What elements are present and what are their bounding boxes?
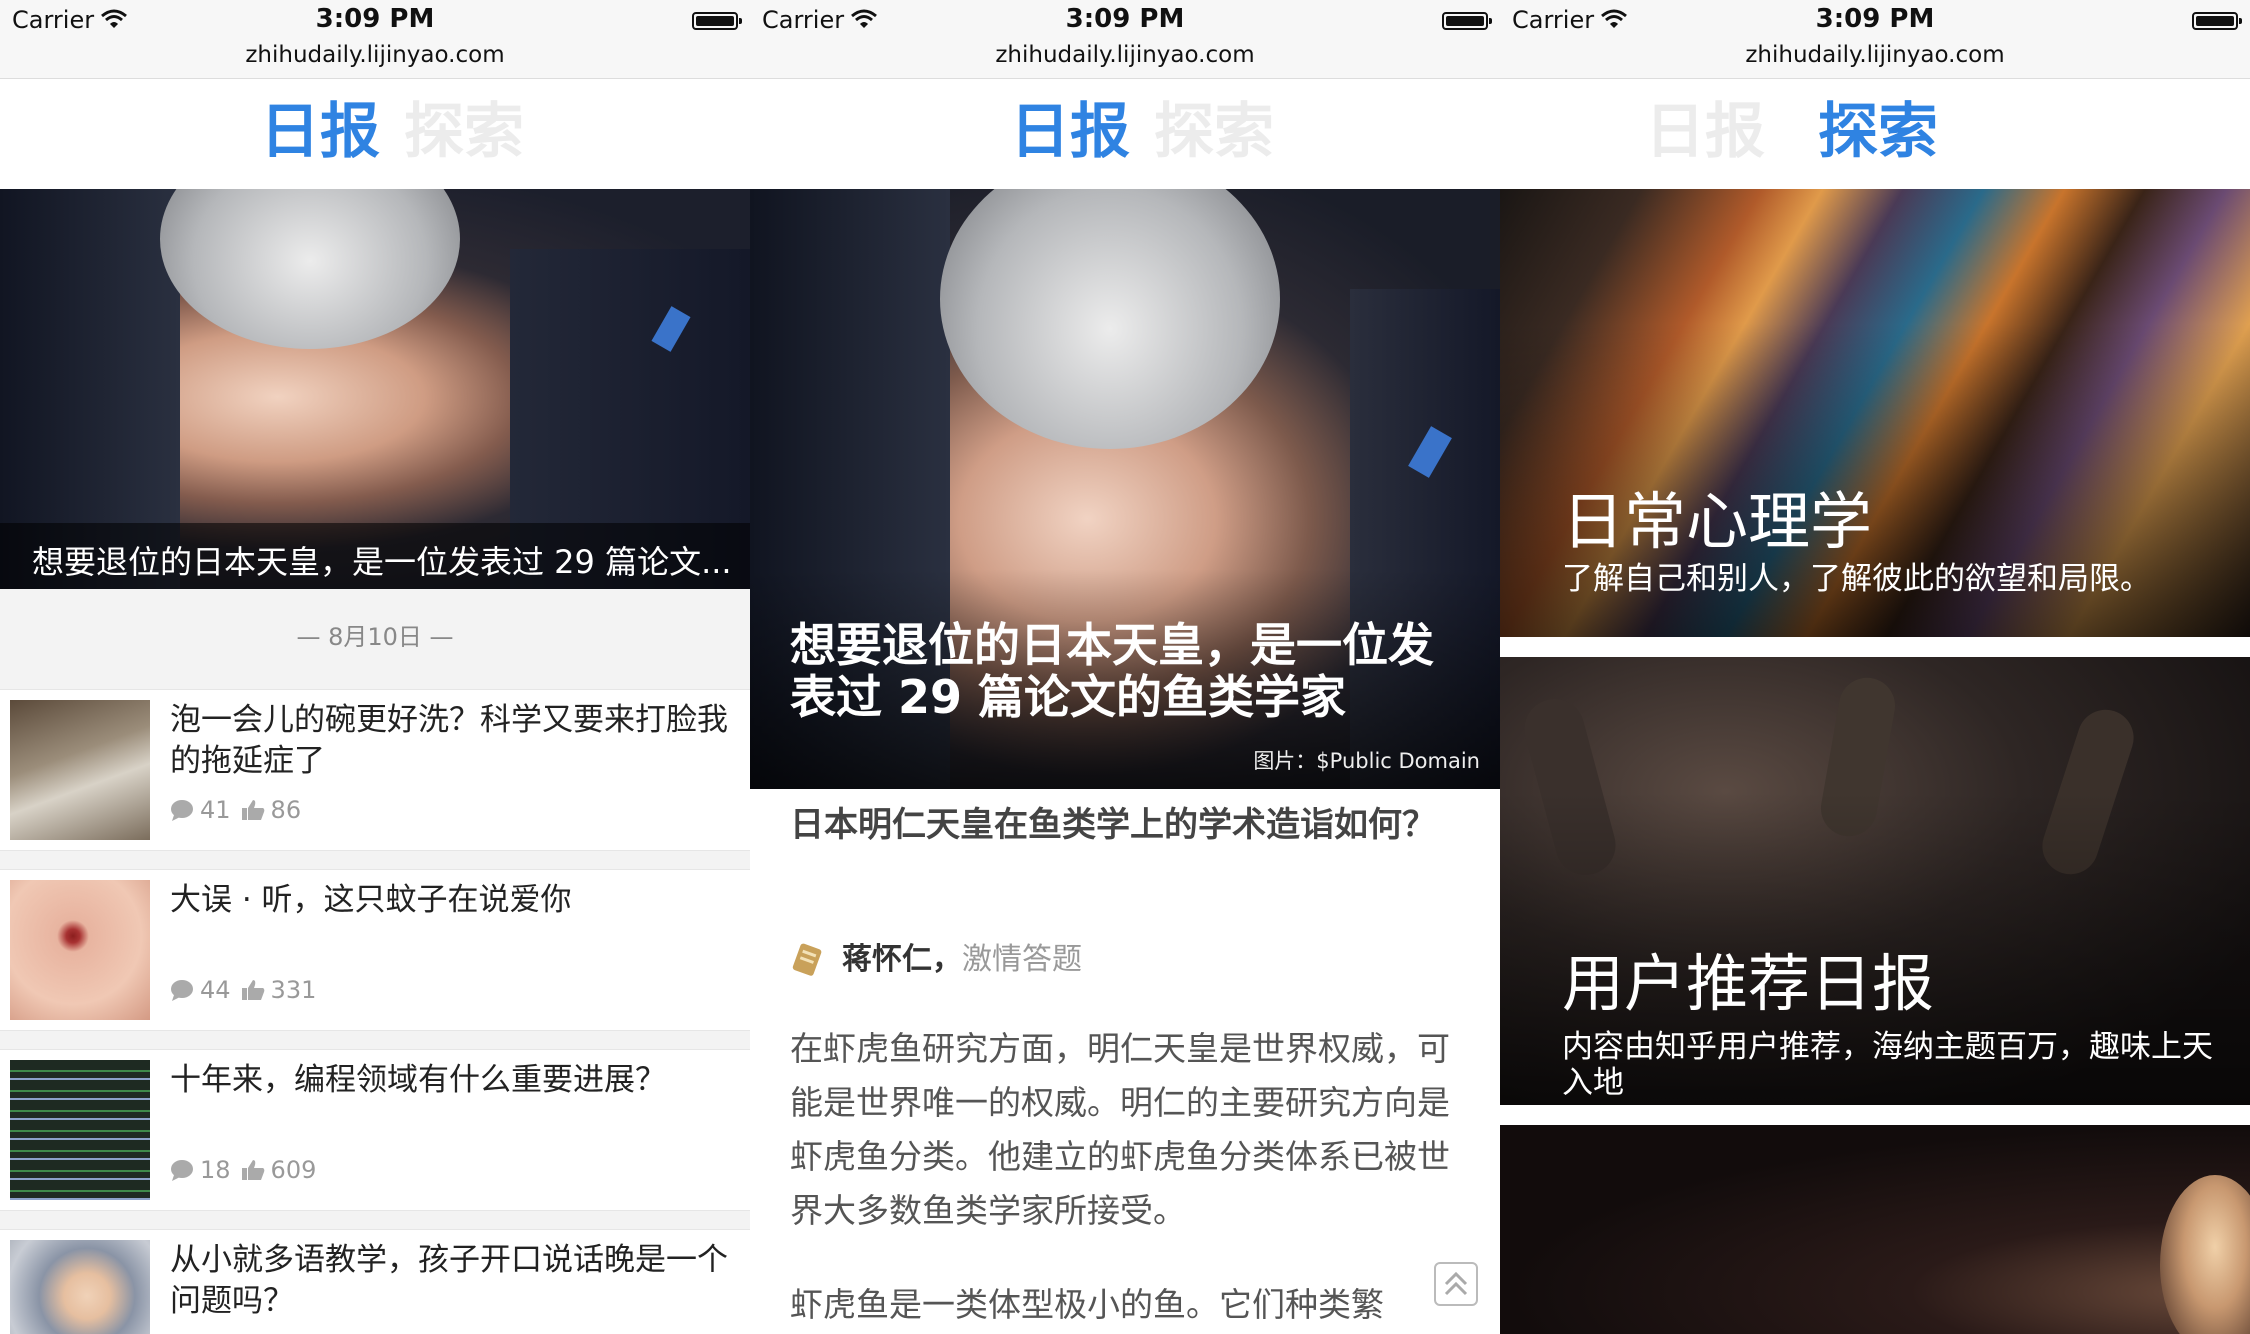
story-meta: 18 609 — [170, 1156, 316, 1184]
story-thumbnail — [10, 880, 150, 1020]
url-bar[interactable]: zhihudaily.lijinyao.com — [0, 40, 750, 78]
story-meta: 41 86 — [170, 796, 301, 824]
question-title: 日本明仁天皇在鱼类学上的学术造诣如何？ — [790, 805, 1436, 845]
tab-explore[interactable]: 探索 — [1818, 97, 1938, 167]
list-item[interactable]: 十年来，编程领域有什么重要进展？ 18 609 — [0, 1049, 750, 1211]
story-title: 十年来，编程领域有什么重要进展？ — [170, 1062, 666, 1098]
clock: 3:09 PM — [315, 4, 435, 34]
top-nav: 日报 探索 — [750, 79, 1500, 189]
top-nav: 日报 探索 — [0, 79, 750, 189]
author-name: 蒋怀仁， — [842, 942, 962, 977]
hair — [160, 189, 460, 349]
status-bar: Carrier 3:09 PM — [1500, 0, 2250, 40]
story-thumbnail — [10, 1240, 150, 1334]
author-bio: 激情答题 — [962, 942, 1082, 977]
url-bar[interactable]: zhihudaily.lijinyao.com — [750, 40, 1500, 78]
top-story-banner[interactable]: 想要退位的日本天皇，是一位发表过 29 篇论文... — [0, 189, 750, 589]
hair — [940, 189, 1280, 449]
url-bar[interactable]: zhihudaily.lijinyao.com — [1500, 40, 2250, 78]
tab-explore[interactable]: 探索 — [1154, 97, 1274, 167]
theme-card[interactable] — [1500, 1125, 2250, 1334]
theme-description: 内容由知乎用户推荐，海纳主题百万，趣味上天入地 — [1562, 1029, 2213, 1101]
story-meta: 44 331 — [170, 976, 316, 1004]
theme-card[interactable]: 用户推荐日报 内容由知乎用户推荐，海纳主题百万，趣味上天入地 — [1500, 657, 2250, 1105]
top-nav: 日报 探索 — [1500, 79, 2250, 189]
story-title: 想要退位的日本天皇，是一位发表过 29 篇论文的鱼类学家 — [790, 618, 1434, 724]
theme-card[interactable]: 日常心理学 了解自己和别人，了解彼此的欲望和局限。 — [1500, 189, 2250, 637]
screen-daily-list: Carrier 3:09 PM zhihudaily.lijinyao.com … — [0, 0, 750, 1334]
comment-count: 18 — [200, 1156, 231, 1184]
thumbs-up-icon — [241, 980, 264, 1000]
status-bar: Carrier 3:09 PM — [750, 0, 1500, 40]
banner-title: 想要退位的日本天皇，是一位发表过 29 篇论文... — [32, 543, 732, 581]
comment-icon — [171, 980, 193, 1001]
answer-author[interactable]: 蒋怀仁， 激情答题 — [790, 940, 1082, 980]
tab-daily[interactable]: 日报 — [1010, 97, 1130, 167]
author-avatar-icon — [792, 943, 822, 976]
battery-icon — [2192, 12, 2242, 30]
theme-title: 用户推荐日报 — [1562, 947, 1935, 1020]
story-list: 泡一会儿的碗更好洗？科学又要来打脸我的拖延症了 41 86 大误 · 听，这只蚊… — [0, 679, 750, 1334]
answer-paragraph: 在虾虎鱼研究方面，明仁天皇是世界权威，可能是世界唯一的权威。明仁的主要研究方向是… — [790, 1029, 1450, 1230]
back-to-top-button[interactable] — [1434, 1262, 1478, 1306]
list-item[interactable]: 大误 · 听，这只蚊子在说爱你 44 331 — [0, 869, 750, 1031]
face-silhouette — [2160, 1175, 2250, 1334]
answer-paragraph: 虾虎鱼是一类体型极小的鱼。它们种类繁 — [790, 1285, 1384, 1324]
list-item[interactable]: 从小就多语教学，孩子开口说话晚是一个问题吗？ — [0, 1229, 750, 1334]
date-header: — 8月10日 — — [0, 589, 750, 679]
story-title: 泡一会儿的碗更好洗？科学又要来打脸我的拖延症了 — [170, 702, 728, 779]
theme-title: 日常心理学 — [1562, 485, 1873, 558]
comment-count: 44 — [200, 976, 231, 1004]
image-credit: 图片：$Public Domain — [1253, 749, 1480, 773]
clock: 3:09 PM — [1815, 4, 1935, 34]
story-header-image: 想要退位的日本天皇，是一位发表过 29 篇论文的鱼类学家 图片：$Public … — [750, 189, 1500, 789]
tab-explore[interactable]: 探索 — [404, 97, 524, 167]
thumbs-up-icon — [241, 1160, 264, 1180]
comment-icon — [171, 800, 193, 821]
like-count: 331 — [270, 976, 317, 1004]
double-chevron-up-icon — [1444, 1271, 1468, 1296]
clock: 3:09 PM — [1065, 4, 1185, 34]
story-thumbnail — [10, 700, 150, 840]
battery-icon — [1442, 12, 1492, 30]
screen-story-detail: Carrier 3:09 PM zhihudaily.lijinyao.com … — [750, 0, 1500, 1334]
theme-description: 了解自己和别人，了解彼此的欲望和局限。 — [1562, 561, 2151, 597]
tab-daily[interactable]: 日报 — [1645, 97, 1765, 167]
date-label: — 8月10日 — — [296, 623, 454, 651]
story-title: 大误 · 听，这只蚊子在说爱你 — [170, 882, 572, 918]
story-title: 从小就多语教学，孩子开口说话晚是一个问题吗？ — [170, 1242, 728, 1319]
list-item[interactable]: 泡一会儿的碗更好洗？科学又要来打脸我的拖延症了 41 86 — [0, 689, 750, 851]
banner-caption: 想要退位的日本天皇，是一位发表过 29 篇论文... — [0, 523, 750, 589]
comment-icon — [171, 1160, 193, 1181]
status-bar: Carrier 3:09 PM — [0, 0, 750, 40]
like-count: 609 — [270, 1156, 317, 1184]
tab-daily[interactable]: 日报 — [260, 97, 380, 167]
story-thumbnail — [10, 1060, 150, 1200]
like-count: 86 — [270, 796, 302, 824]
comment-count: 41 — [200, 796, 231, 824]
battery-icon — [692, 12, 742, 30]
thumbs-up-icon — [241, 800, 264, 820]
screen-explore: Carrier 3:09 PM zhihudaily.lijinyao.com … — [1500, 0, 2250, 1334]
